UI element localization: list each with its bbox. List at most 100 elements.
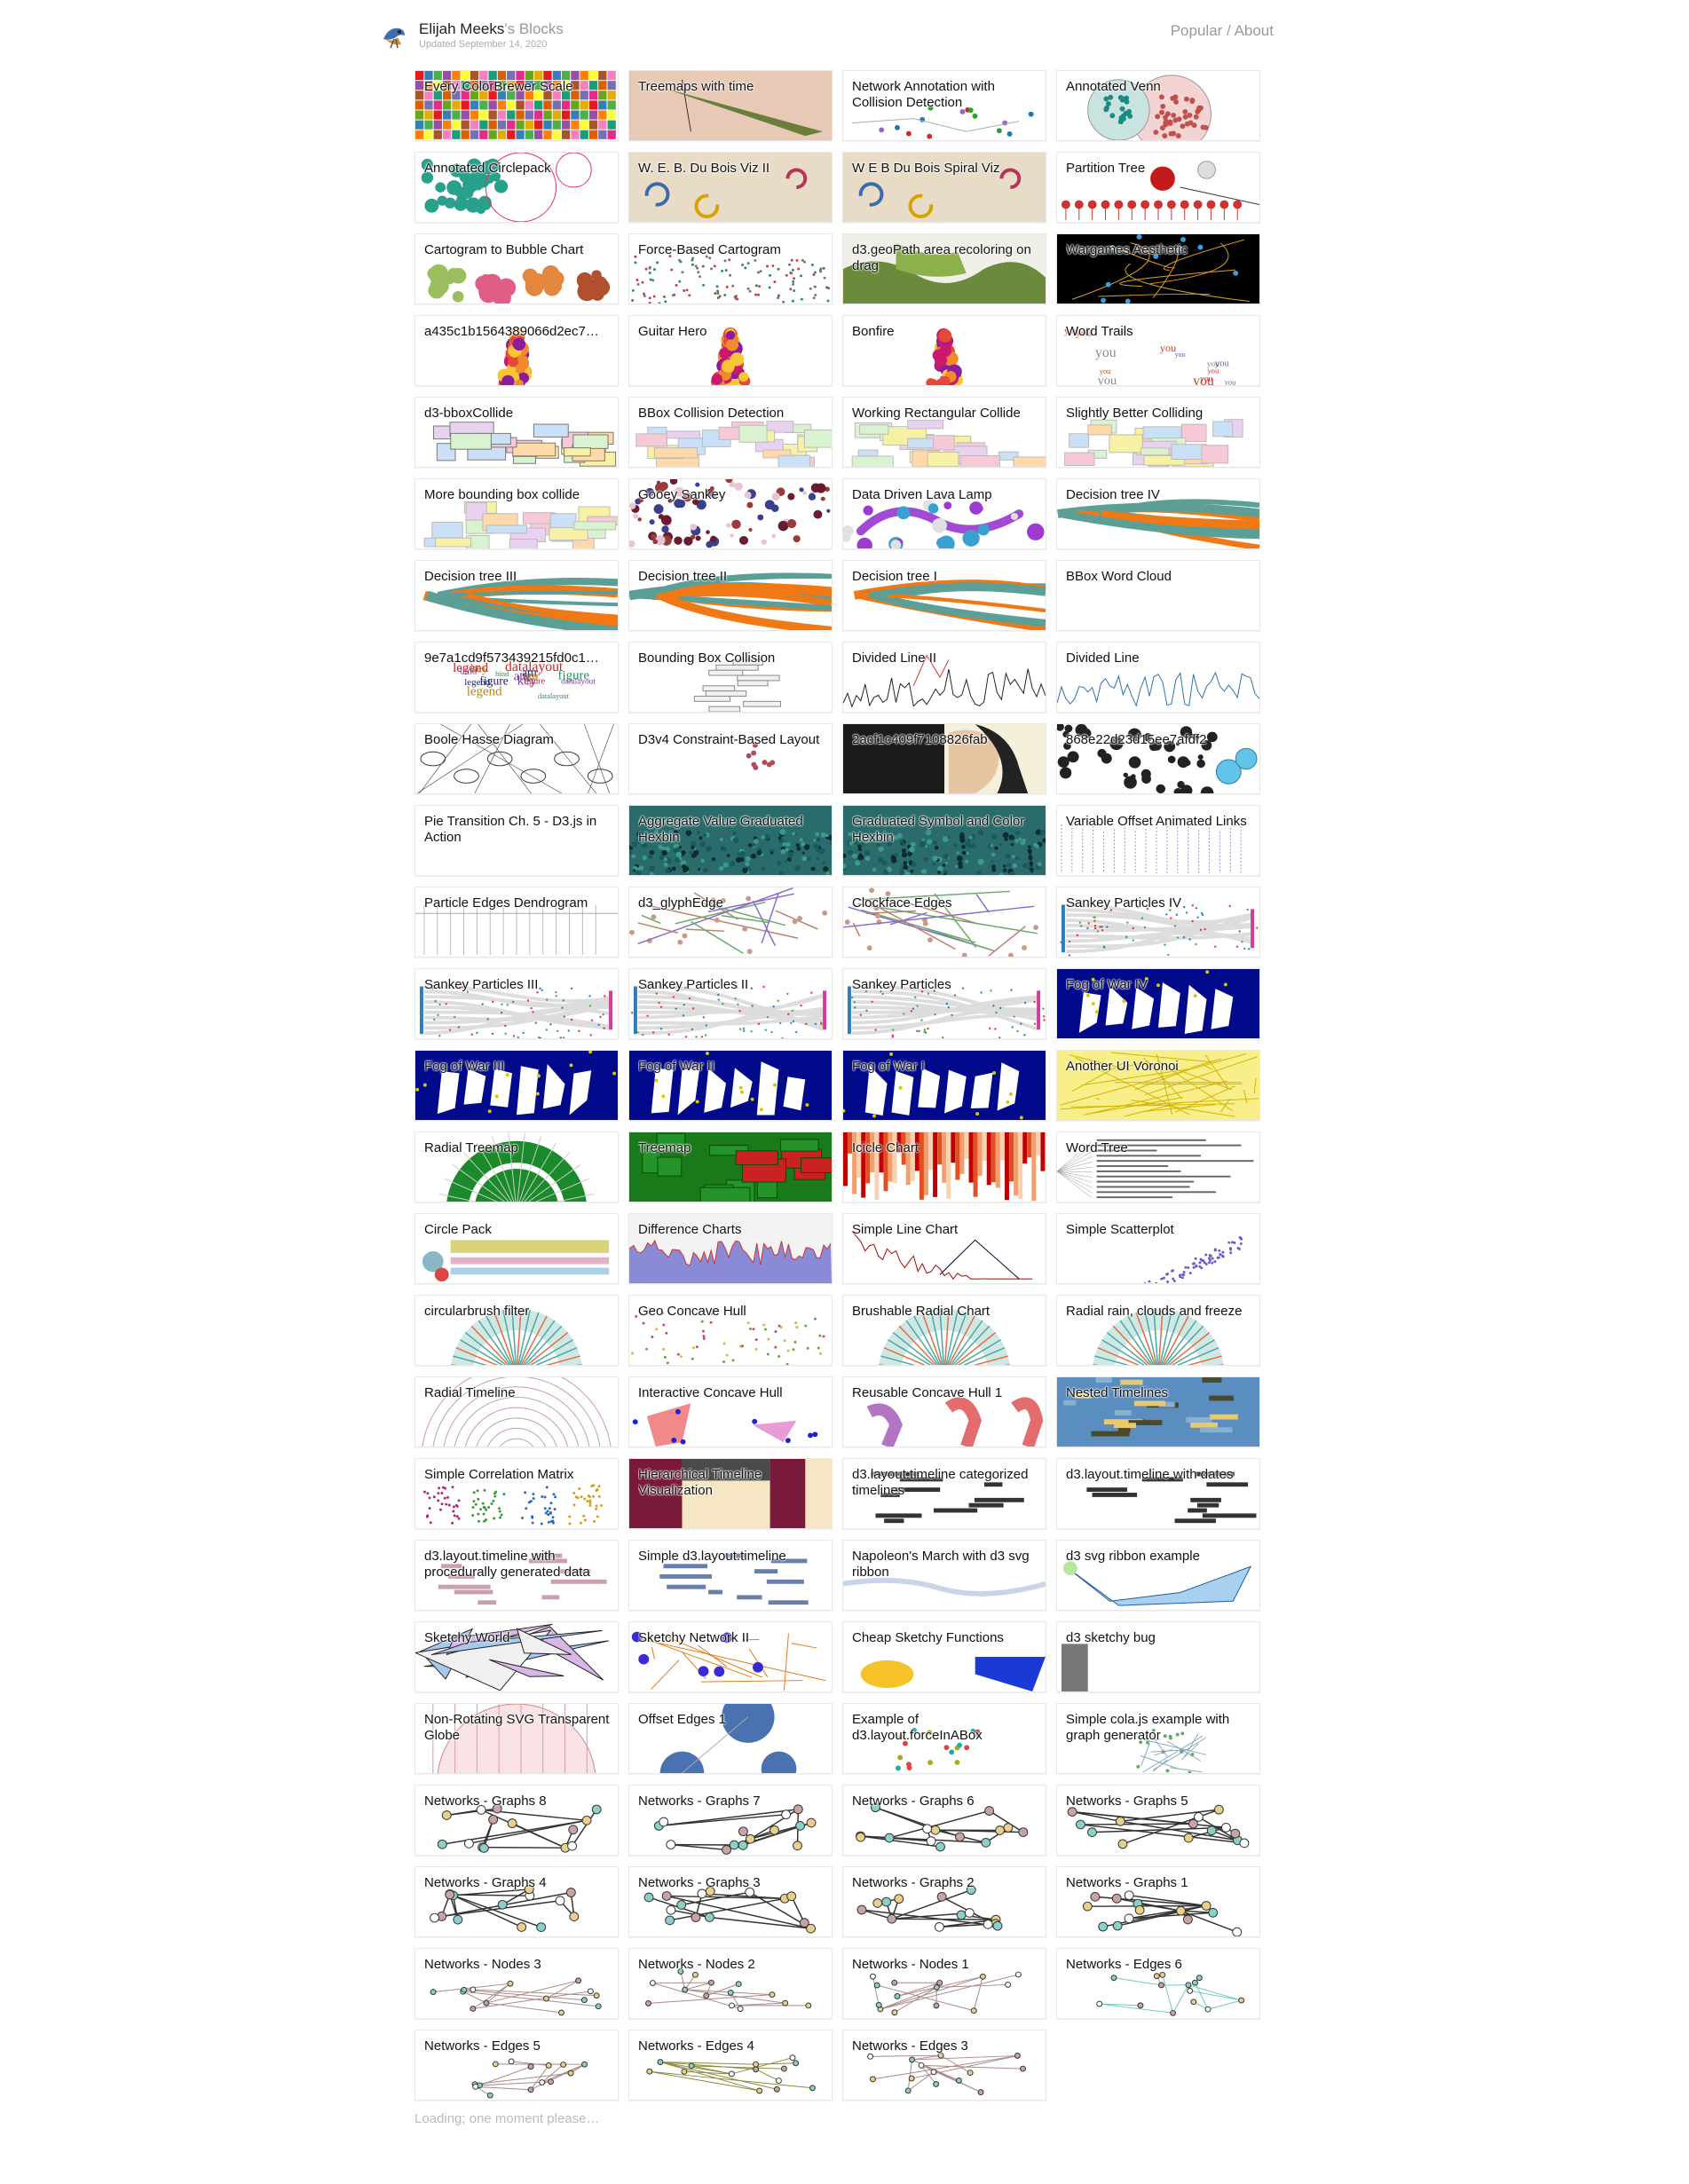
user-avatar[interactable] <box>380 21 408 50</box>
block-tile[interactable]: Networks - Nodes 1 <box>842 1948 1046 2019</box>
block-tile[interactable]: Difference Charts <box>628 1213 833 1284</box>
block-tile[interactable]: Sketchy World <box>414 1621 619 1692</box>
block-tile[interactable]: d3.layout.timeline categorized timelines <box>842 1458 1046 1529</box>
block-tile[interactable]: Divided Line <box>1056 642 1260 713</box>
block-tile[interactable]: Working Rectangular Collide <box>842 397 1046 468</box>
block-tile[interactable]: d3-bboxCollide <box>414 397 619 468</box>
block-tile[interactable]: Sankey Particles II <box>628 968 833 1039</box>
block-tile[interactable]: Fog of War III <box>414 1050 619 1121</box>
block-tile[interactable]: Networks - Graphs 7 <box>628 1785 833 1856</box>
block-tile[interactable]: Treemap <box>628 1131 833 1202</box>
block-tile[interactable]: 2acf1c409f7108826fab <box>842 723 1046 794</box>
block-tile[interactable]: Interactive Concave Hull <box>628 1376 833 1447</box>
block-tile[interactable]: Fog of War IV <box>1056 968 1260 1039</box>
block-tile[interactable]: W E B Du Bois Spiral Viz <box>842 152 1046 223</box>
block-tile[interactable]: Radial Treemap <box>414 1131 619 1202</box>
block-tile[interactable]: Networks - Graphs 4 <box>414 1866 619 1937</box>
block-tile[interactable]: Decision tree III <box>414 560 619 631</box>
block-tile[interactable]: Simple cola.js example with graph genera… <box>1056 1703 1260 1774</box>
block-tile[interactable]: More bounding box collide <box>414 478 619 549</box>
block-tile[interactable]: a435c1b1564389066d2ec7… <box>414 315 619 386</box>
block-tile[interactable]: Simple d3.layout.timeline <box>628 1540 833 1611</box>
block-tile[interactable]: Decision tree IV <box>1056 478 1260 549</box>
block-tile[interactable]: you you you you you you you you you you you you you y… <box>1056 315 1260 386</box>
block-tile[interactable]: Annotated Circlepack <box>414 152 619 223</box>
block-tile[interactable]: 868e22d23d15ee7afdf2 <box>1056 723 1260 794</box>
block-tile[interactable]: Every ColorBrewer Scale <box>414 70 619 141</box>
block-tile[interactable]: datalayout figure legend attr key bind datalay… <box>414 642 619 713</box>
block-tile[interactable]: Geo Concave Hull <box>628 1295 833 1366</box>
block-tile[interactable]: Circle Pack <box>414 1213 619 1284</box>
user-name-link[interactable]: Elijah Meeks <box>419 20 504 37</box>
block-tile[interactable]: d3.geoPath area recoloring on drag <box>842 233 1046 304</box>
block-tile[interactable]: d3 sketchy bug <box>1056 1621 1260 1692</box>
block-tile[interactable]: Non-Rotating SVG Transparent Globe <box>414 1703 619 1774</box>
block-tile[interactable]: Force-Based Cartogram <box>628 233 833 304</box>
block-tile[interactable]: Partition Tree <box>1056 152 1260 223</box>
block-tile[interactable]: Word Tree <box>1056 1131 1260 1202</box>
nav-popular-link[interactable]: Popular <box>1171 22 1223 39</box>
block-tile[interactable]: d3 svg ribbon example <box>1056 1540 1260 1611</box>
block-tile[interactable]: D3v4 Constraint-Based Layout <box>628 723 833 794</box>
block-tile[interactable]: Pie Transition Ch. 5 - D3.js in Action <box>414 805 619 876</box>
block-tile[interactable]: Wargames Aesthetic <box>1056 233 1260 304</box>
block-tile[interactable]: Networks - Edges 4 <box>628 2030 833 2101</box>
block-tile[interactable]: Networks - Graphs 6 <box>842 1785 1046 1856</box>
block-tile[interactable]: Bounding Box Collision <box>628 642 833 713</box>
block-tile[interactable]: Simple Correlation Matrix <box>414 1458 619 1529</box>
block-tile[interactable]: Network Annotation with Collision Detect… <box>842 70 1046 141</box>
block-tile[interactable]: Boole Hasse Diagram <box>414 723 619 794</box>
block-tile[interactable]: Treemaps with time <box>628 70 833 141</box>
block-tile[interactable]: Brushable Radial Chart <box>842 1295 1046 1366</box>
block-tile[interactable]: Cheap Sketchy Functions <box>842 1621 1046 1692</box>
block-tile[interactable]: Data Driven Lava Lamp <box>842 478 1046 549</box>
block-tile[interactable]: Gooey Sankey <box>628 478 833 549</box>
block-tile[interactable]: Decision tree I <box>842 560 1046 631</box>
block-tile[interactable]: Networks - Graphs 3 <box>628 1866 833 1937</box>
nav-about-link[interactable]: About <box>1235 22 1274 39</box>
block-tile[interactable]: Networks - Graphs 8 <box>414 1785 619 1856</box>
block-tile[interactable]: d3.layout.timeline with dates <box>1056 1458 1260 1529</box>
block-tile[interactable]: Example of d3.layout.forceInABox <box>842 1703 1046 1774</box>
block-tile[interactable]: Networks - Nodes 2 <box>628 1948 833 2019</box>
block-tile[interactable]: Simple Line Chart <box>842 1213 1046 1284</box>
block-tile[interactable]: BBox Word Cloud <box>1056 560 1260 631</box>
block-tile[interactable]: Bonfire <box>842 315 1046 386</box>
block-tile[interactable]: Slightly Better Colliding <box>1056 397 1260 468</box>
block-tile[interactable]: Networks - Nodes 3 <box>414 1948 619 2019</box>
block-tile[interactable]: Cartogram to Bubble Chart <box>414 233 619 304</box>
block-tile[interactable]: d3_glyphEdge <box>628 887 833 958</box>
block-tile[interactable]: Annotated Venn <box>1056 70 1260 141</box>
block-tile[interactable]: Networks - Graphs 2 <box>842 1866 1046 1937</box>
block-tile[interactable]: Fog of War II <box>628 1050 833 1121</box>
block-tile[interactable]: Graduated Symbol and Color Hexbin <box>842 805 1046 876</box>
block-tile[interactable]: Sankey Particles III <box>414 968 619 1039</box>
block-tile[interactable]: Sankey Particles IV <box>1056 887 1260 958</box>
block-tile[interactable]: Networks - Graphs 5 <box>1056 1785 1260 1856</box>
block-tile[interactable]: Guitar Hero <box>628 315 833 386</box>
block-tile[interactable]: Radial Timeline <box>414 1376 619 1447</box>
block-tile[interactable]: Icicle Chart <box>842 1131 1046 1202</box>
block-tile[interactable]: Clockface Edges <box>842 887 1046 958</box>
block-tile[interactable]: Divided Line II <box>842 642 1046 713</box>
block-tile[interactable]: Simple Scatterplot <box>1056 1213 1260 1284</box>
block-tile[interactable]: W. E. B. Du Bois Viz II <box>628 152 833 223</box>
block-tile[interactable]: Networks - Graphs 1 <box>1056 1866 1260 1937</box>
block-tile[interactable]: Napoleon's March with d3 svg ribbon <box>842 1540 1046 1611</box>
block-tile[interactable]: Variable Offset Animated Links <box>1056 805 1260 876</box>
block-tile[interactable]: Reusable Concave Hull 1 <box>842 1376 1046 1447</box>
block-tile[interactable]: Fog of War I <box>842 1050 1046 1121</box>
block-tile[interactable]: Another UI Voronoi <box>1056 1050 1260 1121</box>
block-tile[interactable]: Sketchy Network II <box>628 1621 833 1692</box>
block-tile[interactable]: Sankey Particles <box>842 968 1046 1039</box>
block-tile[interactable]: Radial rain, clouds and freeze <box>1056 1295 1260 1366</box>
block-tile[interactable]: Nested Timelines <box>1056 1376 1260 1447</box>
block-tile[interactable]: Offset Edges 1 <box>628 1703 833 1774</box>
block-tile[interactable]: Networks - Edges 5 <box>414 2030 619 2101</box>
block-tile[interactable]: Particle Edges Dendrogram <box>414 887 619 958</box>
block-tile[interactable]: circularbrush filter <box>414 1295 619 1366</box>
block-tile[interactable]: Hierarchical Timeline Visualization <box>628 1458 833 1529</box>
block-tile[interactable]: d3.layout.timeline with procedurally gen… <box>414 1540 619 1611</box>
block-tile[interactable]: Networks - Edges 3 <box>842 2030 1046 2101</box>
block-tile[interactable]: Aggregate Value Graduated Hexbin <box>628 805 833 876</box>
